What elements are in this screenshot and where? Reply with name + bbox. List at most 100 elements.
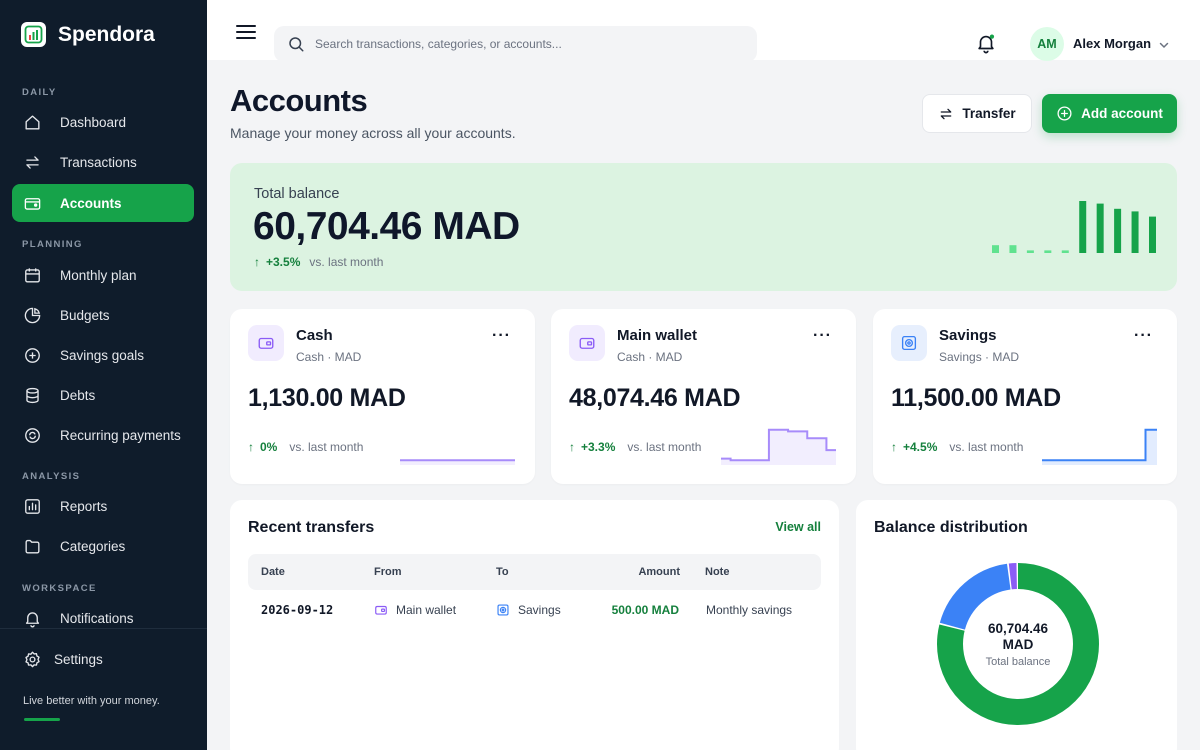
sidebar-item-notifications[interactable]: Notifications — [12, 599, 194, 637]
column-header-note[interactable]: Note — [705, 566, 729, 578]
balance-trend-bar — [992, 245, 999, 253]
column-header-to[interactable]: To — [496, 566, 509, 578]
sidebar-item-categories[interactable]: Categories — [12, 527, 194, 565]
app-name: Spendora — [58, 22, 155, 46]
change-suffix: vs. last month — [949, 440, 1024, 454]
account-change: ↑ 0% vs. last month — [248, 440, 363, 454]
arrow-up-icon: ↑ — [569, 440, 575, 454]
nav-section-daily: DAILY — [22, 87, 57, 98]
sidebar-item-settings[interactable]: Settings — [12, 640, 194, 678]
table-header: Date From To Amount Note — [248, 554, 821, 590]
account-name: Savings — [939, 327, 997, 344]
account-card-cash[interactable]: Cash Cash · MAD ··· 1,130.00 MAD ↑ 0% vs… — [230, 309, 535, 484]
wallet-icon — [375, 605, 387, 615]
column-header-amount[interactable]: Amount — [638, 566, 680, 578]
wallet-icon — [248, 325, 284, 361]
more-options-icon[interactable]: ··· — [492, 328, 511, 344]
balance-trend-bar — [1131, 211, 1139, 253]
balance-trend-bar — [1044, 250, 1052, 253]
sidebar-item-label: Reports — [60, 498, 108, 514]
account-name: Main wallet — [617, 327, 698, 344]
balance-trend-bar — [1114, 208, 1122, 253]
sidebar-item-label: Categories — [60, 538, 126, 554]
chart-icon — [25, 498, 40, 514]
wallet-icon — [569, 325, 605, 361]
sidebar-item-label: Transactions — [60, 154, 137, 170]
user-name[interactable]: Alex Morgan — [1073, 36, 1151, 51]
search-icon — [289, 37, 304, 52]
sidebar-item-accounts[interactable]: Accounts — [12, 184, 194, 222]
vault-icon — [497, 604, 509, 616]
search-input[interactable] — [315, 37, 745, 51]
account-name: Cash — [296, 327, 333, 344]
account-change: ↑ +4.5% vs. last month — [891, 440, 1023, 454]
account-amount: 11,500.00 MAD — [891, 384, 1061, 412]
folder-icon — [25, 539, 40, 554]
account-card-savings[interactable]: Savings Savings · MAD ··· 11,500.00 MAD … — [873, 309, 1177, 484]
sidebar-item-label: Dashboard — [60, 114, 127, 130]
sidebar-item-savings-goals[interactable]: Savings goals — [12, 336, 194, 374]
transfer-icon — [941, 108, 952, 119]
nav-section-workspace: WORKSPACE — [22, 583, 97, 594]
sidebar-item-label: Notifications — [60, 610, 134, 626]
chevron-down-icon[interactable] — [1158, 38, 1170, 50]
page-subtitle: Manage your money across all your accoun… — [230, 125, 516, 141]
sidebar-item-label: Settings — [54, 651, 103, 667]
change-suffix: vs. last month — [627, 440, 702, 454]
balance-trend-bar — [1079, 201, 1087, 253]
topbar: AM Alex Morgan — [207, 0, 1200, 62]
arrow-up-icon: ↑ — [254, 255, 260, 269]
add-account-button[interactable]: Add account — [1042, 94, 1177, 133]
sidebar-item-budgets[interactable]: Budgets — [12, 296, 194, 334]
sidebar-item-monthly-plan[interactable]: Monthly plan — [12, 256, 194, 294]
account-type: Savings · MAD — [939, 350, 1020, 364]
notifications-bell-icon[interactable] — [975, 32, 997, 54]
sidebar-item-label: Monthly plan — [60, 267, 137, 283]
change-value: 0% — [260, 440, 278, 454]
balance-distribution-title: Balance distribution — [874, 519, 1028, 536]
wallet-icon — [24, 197, 41, 210]
donut-center-amount: 60,704.46 MAD — [987, 620, 1049, 652]
transfer-to: Savings — [496, 603, 561, 617]
account-sparkline — [1042, 428, 1157, 465]
total-balance-bar-chart — [992, 201, 1156, 253]
gear-icon — [25, 651, 40, 667]
balance-trend-bar — [1026, 250, 1034, 253]
transfer-from: Main wallet — [374, 603, 456, 617]
arrow-up-icon: ↑ — [248, 440, 254, 454]
sidebar-item-transactions[interactable]: Transactions — [12, 143, 194, 181]
balance-trend-bar — [1149, 216, 1156, 253]
tagline-accent-bar — [24, 718, 60, 721]
more-options-icon[interactable]: ··· — [813, 328, 832, 344]
total-balance-card: Total balance 60,704.46 MAD ↑ +3.5% vs. … — [230, 163, 1177, 291]
change-value: +3.5% — [266, 255, 301, 269]
menu-icon[interactable] — [236, 22, 256, 42]
column-header-from[interactable]: From — [374, 566, 402, 578]
balance-trend-bar — [1009, 245, 1017, 253]
vault-icon — [891, 325, 927, 361]
sidebar-item-label: Recurring payments — [60, 427, 181, 443]
transfer-icon — [26, 155, 39, 169]
pie-icon — [24, 307, 41, 323]
sparkline-line — [1042, 428, 1157, 462]
total-balance-amount: 60,704.46 MAD — [253, 205, 520, 248]
transfer-date: 2026-09-12 — [261, 603, 334, 617]
view-all-link[interactable]: View all — [775, 520, 821, 534]
transfer-button[interactable]: Transfer — [922, 94, 1032, 133]
balance-trend-bar — [1096, 203, 1104, 253]
account-type: Cash · MAD — [296, 350, 362, 364]
sidebar-item-dashboard[interactable]: Dashboard — [12, 103, 194, 141]
more-options-icon[interactable]: ··· — [1134, 328, 1153, 344]
balance-trend-bar — [1061, 250, 1069, 253]
account-sparkline — [721, 428, 836, 465]
total-balance-change: ↑ +3.5% vs. last month — [254, 255, 383, 269]
page-title: Accounts — [230, 83, 368, 118]
brand[interactable]: Spendora — [21, 22, 155, 47]
sidebar-item-reports[interactable]: Reports — [12, 487, 194, 525]
account-card-main-wallet[interactable]: Main wallet Cash · MAD ··· 48,074.46 MAD… — [551, 309, 856, 484]
avatar[interactable]: AM — [1030, 27, 1064, 61]
account-amount: 48,074.46 MAD — [569, 384, 741, 412]
column-header-date[interactable]: Date — [261, 566, 285, 578]
sidebar-item-recurring-payments[interactable]: Recurring payments — [12, 416, 194, 454]
sidebar-item-debts[interactable]: Debts — [12, 376, 194, 414]
